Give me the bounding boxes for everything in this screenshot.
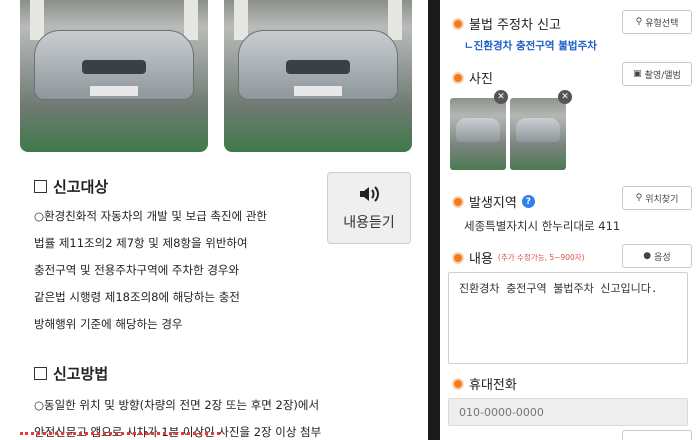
listen-button[interactable]: 내용듣기 <box>327 172 411 244</box>
orange-dot-icon <box>452 195 464 208</box>
report-form-panel: 불법 주정차 신고 ⚲ 유형선택 ㄴ진환경차 충전구역 불법주차 사진 ▣ 촬영… <box>440 0 700 440</box>
address-text: 세종특별자치시 한누리대로 411 <box>464 219 621 233</box>
speaker-icon <box>360 186 379 202</box>
section-heading-method: 신고방법 <box>34 363 108 384</box>
car-grille <box>82 60 146 74</box>
cut-off-button[interactable] <box>622 430 692 440</box>
help-icon[interactable]: ? <box>521 195 535 208</box>
type-select-button[interactable]: ⚲ 유형선택 <box>622 10 692 34</box>
orange-dot-icon <box>452 71 464 84</box>
find-location-button[interactable]: ⚲ 위치찾기 <box>622 186 692 210</box>
car-image <box>456 118 500 142</box>
car-image <box>516 118 560 142</box>
photo-label: 사진 <box>469 72 493 87</box>
car-photo-second <box>224 0 412 152</box>
checkbox-icon <box>34 180 47 193</box>
camera-album-button[interactable]: ▣ 촬영/앨범 <box>622 62 692 86</box>
pillar <box>388 0 402 40</box>
voice-input-button[interactable]: ● 음성 <box>622 244 692 268</box>
orange-dot-icon <box>452 17 464 30</box>
microphone-icon: ● <box>643 251 652 261</box>
type-heading: 불법 주정차 신고 <box>452 14 561 33</box>
camera-icon: ▣ <box>633 69 642 79</box>
license-plate <box>90 86 138 96</box>
pillar <box>30 0 44 40</box>
section-heading-target: 신고대상 <box>34 176 108 197</box>
listen-button-label: 내용듣기 <box>343 215 395 231</box>
left-panel: 신고대상 ○환경친화적 자동차의 개발 및 보급 촉진에 관한 법률 제11조의… <box>0 0 428 440</box>
text-line: 충전구역 및 전용주차구역에 주차한 경우와 <box>34 263 240 277</box>
text-line: 법률 제11조의2 제7항 및 제8항을 위반하여 <box>34 236 248 250</box>
orange-dot-icon <box>452 251 464 264</box>
location-heading: 발생지역 ? <box>452 192 535 211</box>
type-label: 불법 주정차 신고 <box>469 18 561 33</box>
content-textarea[interactable]: 진환경차 충전구역 불법주차 신고입니다. <box>448 272 688 364</box>
find-location-label: 위치찾기 <box>645 194 679 205</box>
content-hint: (추가 수정가능, 5~900자) <box>497 253 585 262</box>
text-line: 방해행위 기준에 해당하는 경우 <box>34 317 183 331</box>
highlight-dotted-outline <box>20 432 220 440</box>
phone-input[interactable]: 010-0000-0000 <box>448 398 688 426</box>
type-select-label: 유형선택 <box>645 18 679 29</box>
phone-heading: 휴대전화 <box>452 374 517 393</box>
photo-thumbnail[interactable] <box>450 98 506 170</box>
phone-label: 휴대전화 <box>469 378 517 393</box>
camera-album-label: 촬영/앨범 <box>644 70 681 81</box>
text-line: 같은법 시행령 제18조의8에 해당하는 충전 <box>34 290 240 304</box>
location-pin-icon: ⚲ <box>635 193 643 203</box>
person-icon: ⚲ <box>635 17 643 27</box>
license-plate <box>294 86 342 96</box>
content-heading: 내용 (추가 수정가능, 5~900자) <box>452 248 585 267</box>
car-photo-front <box>20 0 208 152</box>
remove-photo-icon[interactable]: ✕ <box>494 90 508 104</box>
section-title: 신고방법 <box>53 365 109 383</box>
remove-photo-icon[interactable]: ✕ <box>558 90 572 104</box>
car-grille <box>286 60 350 74</box>
section-title: 신고대상 <box>53 178 109 196</box>
pillar <box>234 0 248 40</box>
selected-type[interactable]: ㄴ진환경차 충전구역 불법주차 <box>464 38 597 53</box>
target-description: ○환경친화적 자동차의 개발 및 보급 촉진에 관한 법률 제11조의2 제7항… <box>34 203 334 338</box>
voice-input-label: 음성 <box>654 252 671 263</box>
checkbox-icon <box>34 367 47 380</box>
text-line: ○동일한 위치 및 방향(차량의 전면 2장 또는 후면 2장)에서 <box>34 398 320 412</box>
photo-thumbnail[interactable] <box>510 98 566 170</box>
text-line: ○환경친화적 자동차의 개발 및 보급 촉진에 관한 <box>34 209 267 223</box>
orange-dot-icon <box>452 377 464 390</box>
location-label: 발생지역 <box>469 196 517 211</box>
photo-heading: 사진 <box>452 68 493 87</box>
content-label: 내용 <box>469 252 493 267</box>
pillar <box>184 0 198 40</box>
